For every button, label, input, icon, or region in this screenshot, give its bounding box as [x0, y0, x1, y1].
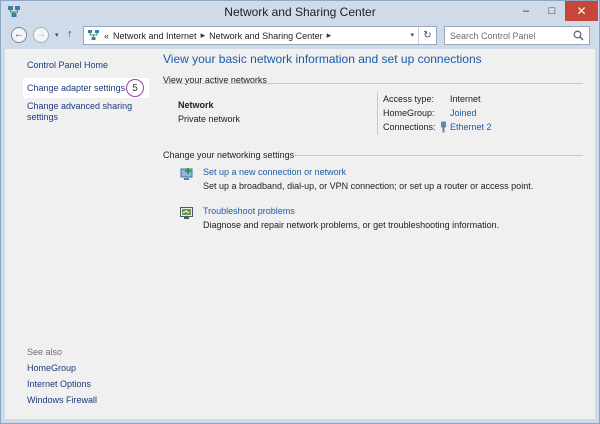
- close-button[interactable]: ✕: [565, 1, 598, 21]
- troubleshoot-icon[interactable]: [179, 206, 194, 220]
- search-box[interactable]: Search Control Panel: [444, 26, 590, 45]
- search-input[interactable]: Search Control Panel: [450, 31, 571, 41]
- main-pane: View your basic network information and …: [153, 49, 595, 419]
- title-bar[interactable]: Network and Sharing Center – □ ✕: [1, 1, 599, 23]
- maximize-button[interactable]: □: [539, 1, 565, 21]
- forward-button[interactable]: →: [33, 27, 49, 43]
- search-icon[interactable]: [571, 30, 585, 41]
- homegroup-joined-link[interactable]: Joined: [450, 108, 477, 118]
- homegroup-label: HomeGroup:: [383, 108, 435, 118]
- ethernet-icon[interactable]: [439, 121, 448, 133]
- address-row: ← → ▾ ↑ « Network and Internet ▸ Network…: [1, 24, 599, 48]
- setup-connection-desc: Set up a broadband, dial-up, or VPN conn…: [203, 181, 534, 191]
- change-adapter-settings-link[interactable]: Change adapter settings: [27, 83, 125, 93]
- task-pane: Control Panel Home Change adapter settin…: [5, 49, 153, 419]
- vertical-divider: [377, 92, 378, 135]
- ethernet-connection-link[interactable]: Ethernet 2: [450, 122, 492, 132]
- network-name: Network: [178, 100, 214, 110]
- window-title: Network and Sharing Center: [224, 5, 376, 19]
- minimize-button[interactable]: –: [513, 1, 539, 21]
- network-location-icon: [88, 30, 99, 40]
- see-also-label: See also: [27, 347, 63, 357]
- section-divider: [293, 155, 583, 156]
- breadcrumb-sharing-center[interactable]: Network and Sharing Center: [209, 31, 323, 41]
- window: Network and Sharing Center – □ ✕ ← → ▾ ↑…: [0, 0, 600, 424]
- internet-options-link[interactable]: Internet Options: [27, 379, 91, 389]
- breadcrumb-overflow-icon[interactable]: «: [104, 31, 109, 41]
- setup-connection-link[interactable]: Set up a new connection or network: [203, 167, 346, 177]
- breadcrumb-separator-icon[interactable]: ▸: [327, 30, 332, 41]
- network-type: Private network: [178, 114, 241, 124]
- content-area: Control Panel Home Change adapter settin…: [5, 49, 595, 419]
- up-button[interactable]: ↑: [67, 28, 73, 40]
- access-type-label: Access type:: [383, 94, 435, 104]
- recent-locations-icon[interactable]: ▾: [55, 31, 59, 39]
- connections-label: Connections:: [383, 122, 436, 132]
- refresh-button[interactable]: ↻: [418, 27, 436, 44]
- page-title: View your basic network information and …: [163, 52, 482, 66]
- change-sharing-settings-link[interactable]: Change advanced sharing settings: [27, 101, 147, 123]
- breadcrumb-network-internet[interactable]: Network and Internet: [113, 31, 197, 41]
- address-bar[interactable]: « Network and Internet ▸ Network and Sha…: [83, 26, 437, 45]
- step-badge: 5: [126, 79, 144, 97]
- new-connection-icon[interactable]: [179, 167, 194, 181]
- address-dropdown-icon[interactable]: ▾: [410, 31, 414, 39]
- breadcrumb-separator-icon[interactable]: ▸: [201, 30, 206, 41]
- back-button[interactable]: ←: [11, 27, 27, 43]
- windows-firewall-link[interactable]: Windows Firewall: [27, 395, 97, 405]
- change-settings-heading: Change your networking settings: [163, 150, 295, 160]
- change-adapter-highlight[interactable]: Change adapter settings 5: [23, 78, 149, 98]
- homegroup-link[interactable]: HomeGroup: [27, 363, 76, 373]
- section-divider: [163, 83, 583, 84]
- control-panel-home-link[interactable]: Control Panel Home: [27, 60, 108, 70]
- access-type-value: Internet: [450, 94, 481, 104]
- troubleshoot-desc: Diagnose and repair network problems, or…: [203, 220, 500, 230]
- troubleshoot-link[interactable]: Troubleshoot problems: [203, 206, 295, 216]
